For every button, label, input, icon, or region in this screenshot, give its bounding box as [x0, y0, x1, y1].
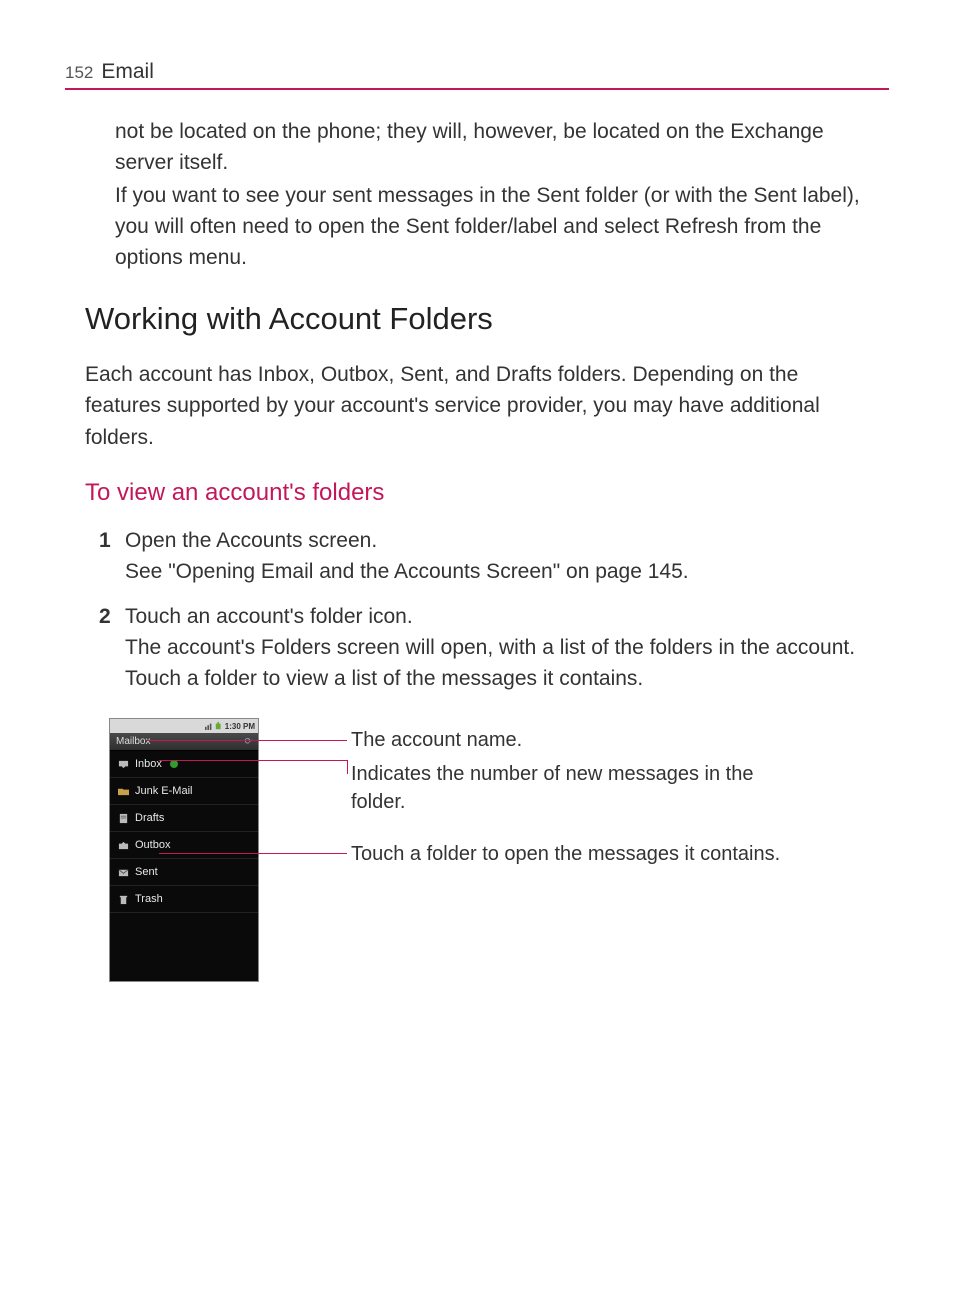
- folder-label: Sent: [135, 866, 158, 878]
- folder-label: Trash: [135, 893, 163, 905]
- step-1: 1 Open the Accounts screen. See "Opening…: [99, 525, 879, 587]
- status-bar: 1:30 PM: [110, 719, 258, 733]
- section-title: Email: [101, 60, 154, 84]
- running-header: 152 Email: [65, 60, 889, 90]
- folder-trash[interactable]: Trash: [110, 886, 258, 913]
- figure: 1:30 PM Mailbox ⟳ Inbox Junk E-Mail Draf…: [109, 718, 889, 982]
- step-number: 1: [99, 525, 111, 556]
- mailbox-title-bar: Mailbox ⟳: [110, 733, 258, 751]
- refresh-icon: ⟳: [244, 736, 252, 747]
- callout-account-name: The account name.: [351, 726, 522, 754]
- phone-screenshot: 1:30 PM Mailbox ⟳ Inbox Junk E-Mail Draf…: [109, 718, 259, 982]
- steps-list: 1 Open the Accounts screen. See "Opening…: [99, 525, 879, 694]
- battery-icon: [215, 722, 223, 730]
- leader-line-3: [159, 853, 347, 854]
- outbox-icon: [118, 840, 129, 851]
- step-rest: See "Opening Email and the Accounts Scre…: [125, 560, 689, 583]
- folder-label: Inbox: [135, 758, 162, 770]
- leader-line-1: [147, 740, 347, 741]
- folder-drafts[interactable]: Drafts: [110, 805, 258, 832]
- folder-sent[interactable]: Sent: [110, 859, 258, 886]
- inbox-icon: [118, 759, 129, 770]
- folder-outbox[interactable]: Outbox: [110, 832, 258, 859]
- folder-inbox[interactable]: Inbox: [110, 751, 258, 778]
- intro-paragraph: Each account has Inbox, Outbox, Sent, an…: [85, 359, 879, 452]
- callout-new-messages: Indicates the number of new messages in …: [351, 760, 781, 816]
- step-lead: Touch an account's folder icon.: [125, 605, 413, 628]
- signal-icon: [205, 722, 213, 730]
- trash-icon: [118, 894, 129, 905]
- unread-badge: [170, 760, 178, 768]
- folder-label: Junk E-Mail: [135, 785, 192, 797]
- folder-junk[interactable]: Junk E-Mail: [110, 778, 258, 805]
- sent-icon: [118, 867, 129, 878]
- step-lead: Open the Accounts screen.: [125, 529, 377, 552]
- drafts-icon: [118, 813, 129, 824]
- step-number: 2: [99, 601, 111, 632]
- page-number: 152: [65, 63, 93, 83]
- mailbox-title: Mailbox: [116, 736, 150, 747]
- callout-touch-folder: Touch a folder to open the messages it c…: [351, 840, 780, 868]
- folder-label: Drafts: [135, 812, 164, 824]
- heading-working-with-account-folders: Working with Account Folders: [85, 301, 889, 337]
- leader-line-2: [159, 760, 347, 761]
- body-paragraph-2: If you want to see your sent messages in…: [115, 180, 879, 273]
- folder-icon: [118, 786, 129, 797]
- step-rest: The account's Folders screen will open, …: [125, 636, 855, 690]
- folder-label: Outbox: [135, 839, 170, 851]
- step-2: 2 Touch an account's folder icon. The ac…: [99, 601, 879, 694]
- body-paragraph-1: not be located on the phone; they will, …: [115, 116, 879, 178]
- clock-text: 1:30 PM: [225, 722, 255, 731]
- subheading-to-view-folders: To view an account's folders: [85, 479, 889, 507]
